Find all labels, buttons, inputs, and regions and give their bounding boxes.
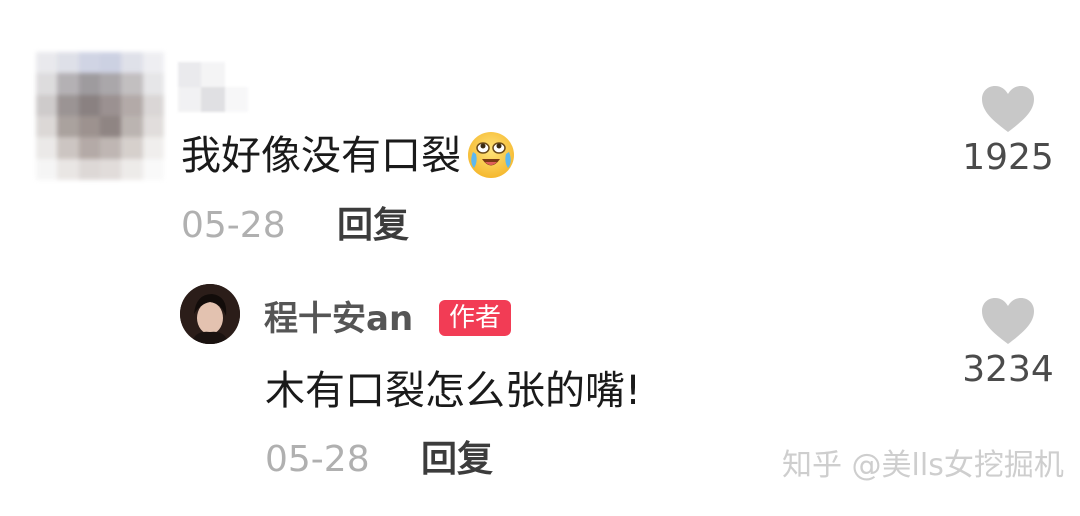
reply-reply-button[interactable]: 回复 bbox=[421, 440, 493, 480]
author-avatar-image bbox=[180, 284, 240, 344]
author-name[interactable]: 程十安an bbox=[264, 297, 413, 341]
commenter-name-redacted bbox=[178, 62, 248, 112]
comment-like-button[interactable]: 1925 bbox=[958, 84, 1058, 180]
heart-icon bbox=[982, 86, 1034, 132]
reply-like-button[interactable]: 3234 bbox=[958, 296, 1058, 392]
reply-text: 木有口裂怎么张的嘴! bbox=[265, 368, 642, 414]
comment-date: 05-28 bbox=[181, 205, 286, 246]
comment-text: 我好像没有口裂 bbox=[181, 131, 517, 184]
comment-thread: 我好像没有口裂 05-28 回复 1925 程十安an 作者 木有口裂怎么张的嘴… bbox=[0, 0, 1080, 516]
author-badge: 作者 bbox=[439, 300, 512, 336]
watermark: 知乎 @美lls女挖掘机 bbox=[782, 448, 1064, 483]
comment-like-count: 1925 bbox=[962, 137, 1054, 178]
reply-date: 05-28 bbox=[265, 439, 370, 480]
reply-like-count: 3234 bbox=[962, 349, 1054, 390]
heart-icon bbox=[982, 298, 1034, 344]
commenter-avatar[interactable] bbox=[36, 52, 164, 180]
crying-laughing-emoji-icon bbox=[468, 132, 514, 178]
author-avatar[interactable] bbox=[180, 284, 240, 344]
comment-reply-button[interactable]: 回复 bbox=[337, 206, 409, 246]
comment-text-label: 我好像没有口裂 bbox=[181, 133, 461, 179]
